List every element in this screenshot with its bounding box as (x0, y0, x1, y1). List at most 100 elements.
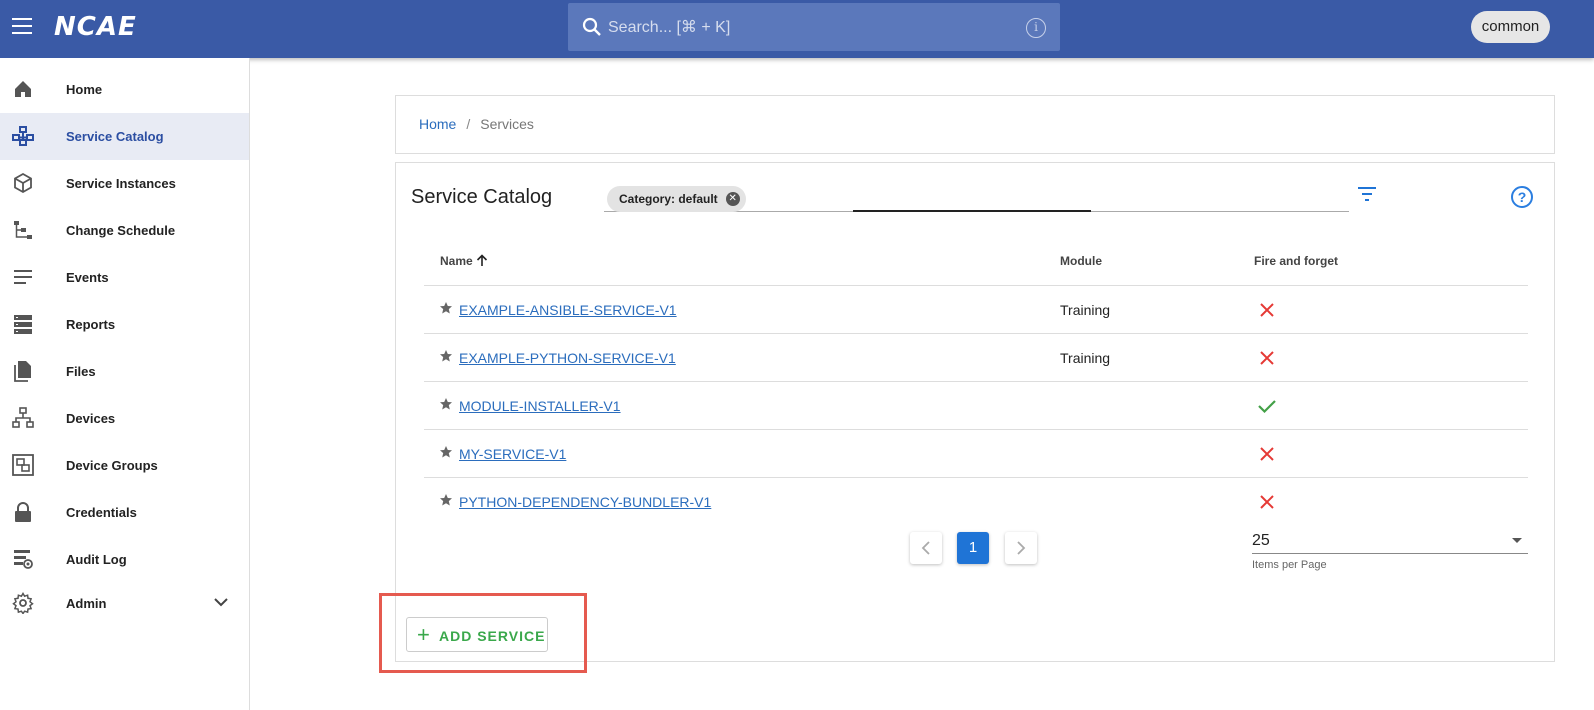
chip-label: Category: default (619, 192, 718, 206)
sidebar-item-home[interactable]: Home (0, 66, 249, 113)
device-groups-icon (12, 454, 34, 476)
previous-page-button[interactable] (910, 532, 942, 564)
search-icon (582, 17, 601, 36)
sidebar-item-events[interactable]: Events (0, 254, 249, 301)
filter-input-focus-line[interactable] (853, 210, 1091, 212)
sidebar-item-devices[interactable]: Devices (0, 395, 249, 442)
column-header-label: Name (440, 254, 473, 268)
service-link[interactable]: MODULE-INSTALLER-V1 (459, 398, 621, 414)
breadcrumb-current: Services (480, 116, 534, 132)
cross-icon (1260, 303, 1274, 317)
lock-icon (15, 502, 31, 522)
page-title: Service Catalog (411, 186, 553, 208)
chevron-left-icon (921, 541, 930, 555)
events-lines-icon (14, 270, 32, 284)
service-link[interactable]: EXAMPLE-PYTHON-SERVICE-V1 (459, 350, 676, 366)
breadcrumb-home-link[interactable]: Home (419, 116, 456, 132)
sidebar-item-files[interactable]: Files (0, 348, 249, 395)
reports-icon (14, 315, 32, 334)
breadcrumb: Home / Services (419, 116, 534, 132)
sort-ascending-icon (476, 254, 488, 266)
devices-network-icon (12, 407, 34, 428)
service-link[interactable]: MY-SERVICE-V1 (459, 446, 566, 462)
sidebar-item-service-catalog[interactable]: Service Catalog (0, 113, 249, 160)
breadcrumb-panel: Home / Services (395, 95, 1555, 154)
home-icon (15, 81, 31, 97)
help-icon[interactable]: ? (1511, 186, 1533, 208)
star-icon[interactable] (439, 445, 453, 459)
sidebar-item-label: Reports (66, 317, 116, 332)
items-per-page-control: 25 Items per Page (1252, 528, 1528, 571)
sidebar-item-label: Admin (66, 596, 107, 611)
sidebar: Home Service Catalog Service Instances C… (0, 58, 250, 710)
next-page-button[interactable] (1005, 532, 1037, 564)
schedule-tree-icon (14, 221, 32, 239)
chip-remove-icon[interactable]: ✕ (725, 192, 740, 206)
cube-icon (14, 172, 32, 194)
audit-log-icon (14, 550, 33, 569)
sidebar-item-device-groups[interactable]: Device Groups (0, 442, 249, 489)
cross-icon (1260, 447, 1274, 461)
service-catalog-panel: Service Catalog Category: default ✕ ? Na… (395, 162, 1555, 610)
sidebar-item-label: Service Instances (66, 176, 176, 191)
catalog-footer: + ADD SERVICE (395, 609, 1555, 662)
page-number-button[interactable]: 1 (957, 532, 989, 564)
items-per-page-value: 25 (1252, 532, 1270, 549)
star-icon[interactable] (439, 397, 453, 411)
add-service-button[interactable]: + ADD SERVICE (406, 617, 548, 652)
category-filter-chip: Category: default ✕ (607, 186, 746, 212)
plus-icon: + (417, 622, 431, 647)
hamburger-menu-icon[interactable] (12, 18, 32, 34)
table-row: EXAMPLE-PYTHON-SERVICE-V1 Training (424, 333, 1528, 381)
top-bar: NCAE i common (0, 0, 1594, 58)
add-service-label: ADD SERVICE (439, 628, 546, 644)
files-icon (14, 361, 31, 382)
user-menu-chip[interactable]: common (1471, 11, 1550, 43)
breadcrumb-separator: / (466, 116, 471, 132)
info-icon[interactable]: i (1026, 18, 1046, 38)
sidebar-item-audit-log[interactable]: Audit Log (0, 536, 249, 583)
table-row: MY-SERVICE-V1 (424, 429, 1528, 477)
cross-icon (1260, 351, 1274, 365)
sidebar-item-label: Home (66, 82, 103, 97)
gear-icon (12, 592, 34, 614)
search-box[interactable]: i (568, 3, 1060, 51)
cross-icon (1260, 495, 1274, 509)
items-per-page-select[interactable]: 25 (1252, 528, 1528, 554)
module-cell: Training (1060, 350, 1111, 366)
sidebar-item-label: Service Catalog (66, 129, 164, 144)
star-icon[interactable] (439, 349, 453, 363)
sidebar-item-label: Device Groups (66, 458, 158, 473)
items-per-page-label: Items per Page (1252, 559, 1327, 571)
table-row: EXAMPLE-ANSIBLE-SERVICE-V1 Training (424, 285, 1528, 333)
star-icon[interactable] (439, 301, 453, 315)
sidebar-item-credentials[interactable]: Credentials (0, 489, 249, 536)
service-link[interactable]: PYTHON-DEPENDENCY-BUNDLER-V1 (459, 494, 711, 510)
dropdown-arrow-icon (1512, 538, 1522, 543)
sidebar-item-label: Change Schedule (66, 223, 176, 238)
sidebar-item-label: Devices (66, 411, 116, 426)
sidebar-item-service-instances[interactable]: Service Instances (0, 160, 249, 207)
search-input[interactable] (608, 15, 1008, 41)
sidebar-item-label: Audit Log (66, 552, 127, 567)
service-link[interactable]: EXAMPLE-ANSIBLE-SERVICE-V1 (459, 302, 677, 318)
sidebar-item-change-schedule[interactable]: Change Schedule (0, 207, 249, 254)
sidebar-item-label: Credentials (66, 505, 137, 520)
sidebar-item-label: Files (66, 364, 96, 379)
sidebar-item-admin[interactable]: Admin (0, 580, 249, 627)
checkmark-icon (1258, 400, 1276, 414)
service-catalog-icon (12, 126, 34, 146)
sidebar-item-reports[interactable]: Reports (0, 301, 249, 348)
column-header-fire-and-forget[interactable]: Fire and forget (1254, 254, 1338, 268)
app-logo: NCAE (54, 12, 137, 42)
chevron-right-icon (1017, 541, 1026, 555)
module-cell: Training (1060, 302, 1111, 318)
sidebar-item-label: Events (66, 270, 109, 285)
table-row: PYTHON-DEPENDENCY-BUNDLER-V1 (424, 477, 1528, 525)
table-row: MODULE-INSTALLER-V1 (424, 381, 1528, 429)
filter-icon[interactable] (1358, 187, 1376, 201)
column-header-name[interactable]: Name (440, 254, 488, 268)
star-icon[interactable] (439, 493, 453, 507)
column-header-module[interactable]: Module (1060, 254, 1102, 268)
chevron-down-icon[interactable] (214, 597, 228, 607)
